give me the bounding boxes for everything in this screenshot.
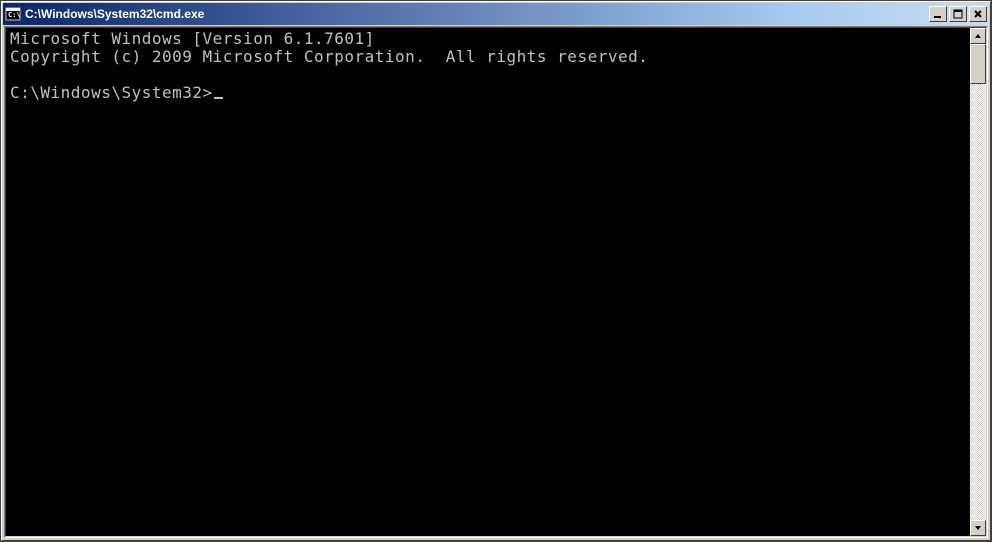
scroll-down-button[interactable]	[970, 520, 986, 536]
window-frame: C:\ C:\Windows\System32\cmd.exe	[1, 1, 991, 541]
console-line: Copyright (c) 2009 Microsoft Corporation…	[10, 47, 648, 66]
minimize-button[interactable]	[929, 6, 947, 22]
console-prompt: C:\Windows\System32>	[10, 83, 213, 102]
vertical-scrollbar[interactable]	[970, 28, 986, 536]
svg-text:C:\: C:\	[8, 11, 21, 19]
scrollbar-thumb[interactable]	[970, 44, 986, 84]
scroll-up-button[interactable]	[970, 28, 986, 44]
app-icon: C:\	[5, 6, 21, 22]
maximize-icon	[953, 9, 963, 19]
cmd-window: C:\ C:\Windows\System32\cmd.exe	[0, 0, 992, 542]
maximize-button[interactable]	[949, 6, 967, 22]
close-icon	[973, 9, 983, 19]
client-area-border: Microsoft Windows [Version 6.1.7601] Cop…	[4, 26, 988, 538]
console-line: Microsoft Windows [Version 6.1.7601]	[10, 29, 375, 48]
console-output[interactable]: Microsoft Windows [Version 6.1.7601] Cop…	[6, 28, 970, 536]
titlebar[interactable]: C:\ C:\Windows\System32\cmd.exe	[3, 3, 989, 25]
close-button[interactable]	[969, 6, 987, 22]
chevron-down-icon	[974, 524, 982, 532]
chevron-up-icon	[974, 32, 982, 40]
titlebar-buttons	[929, 6, 987, 22]
window-title: C:\Windows\System32\cmd.exe	[25, 7, 929, 21]
client-area: Microsoft Windows [Version 6.1.7601] Cop…	[5, 27, 987, 537]
minimize-icon	[933, 9, 943, 19]
text-cursor	[214, 97, 223, 99]
scrollbar-track[interactable]	[970, 44, 986, 520]
